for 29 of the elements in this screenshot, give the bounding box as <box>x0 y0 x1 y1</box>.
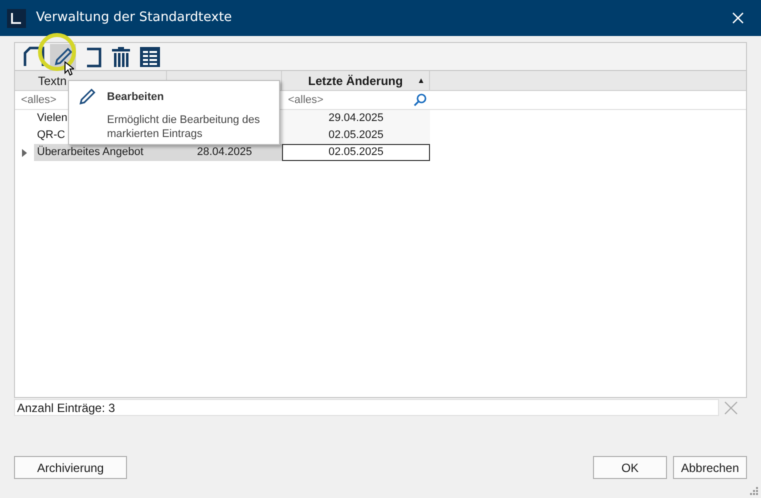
pencil-icon <box>52 46 74 68</box>
archive-button[interactable]: Archivierung <box>14 456 127 479</box>
filter-field[interactable]: <alles> <box>21 92 56 108</box>
highlight-ring-icon <box>37 32 77 72</box>
tooltip-text: Ermöglicht die Bearbeitung des markierten Eintrags <box>107 113 261 141</box>
new-document-icon <box>23 46 45 68</box>
status-field: Anzahl Einträge: 3 <box>14 399 719 416</box>
search-icon[interactable] <box>413 93 427 107</box>
tooltip-title: Bearbeiten <box>107 90 164 105</box>
column-header[interactable]: Textn <box>38 72 67 90</box>
row-highlight[interactable]: Überarbeites Angebot <box>34 144 167 161</box>
row-indicator-icon <box>22 148 27 156</box>
table-icon <box>139 46 161 68</box>
resize-grip-icon <box>750 487 758 495</box>
close-icon[interactable] <box>732 12 744 24</box>
table-cell-text: Überarbeites Angebot <box>37 144 144 160</box>
trash-icon <box>110 46 132 68</box>
window-title: Verwaltung der Standardtexte <box>36 9 232 28</box>
app-logo-icon <box>7 8 26 28</box>
table-cell-text: 29.04.2025 <box>328 111 384 126</box>
table-cell-text: 02.05.2025 <box>328 145 384 160</box>
filter-field[interactable]: <alles> <box>288 92 324 108</box>
table-cell-text: 28.04.2025 <box>196 145 252 160</box>
cancel-button[interactable]: Abbrechen <box>673 456 747 479</box>
table-cell-text: 02.05.2025 <box>328 128 384 144</box>
sort-mark[interactable]: ▲ <box>417 74 425 86</box>
ok-button[interactable]: OK <box>593 456 667 479</box>
column-header[interactable]: Letzte Änderung <box>308 72 403 90</box>
pencil-icon <box>77 87 97 107</box>
